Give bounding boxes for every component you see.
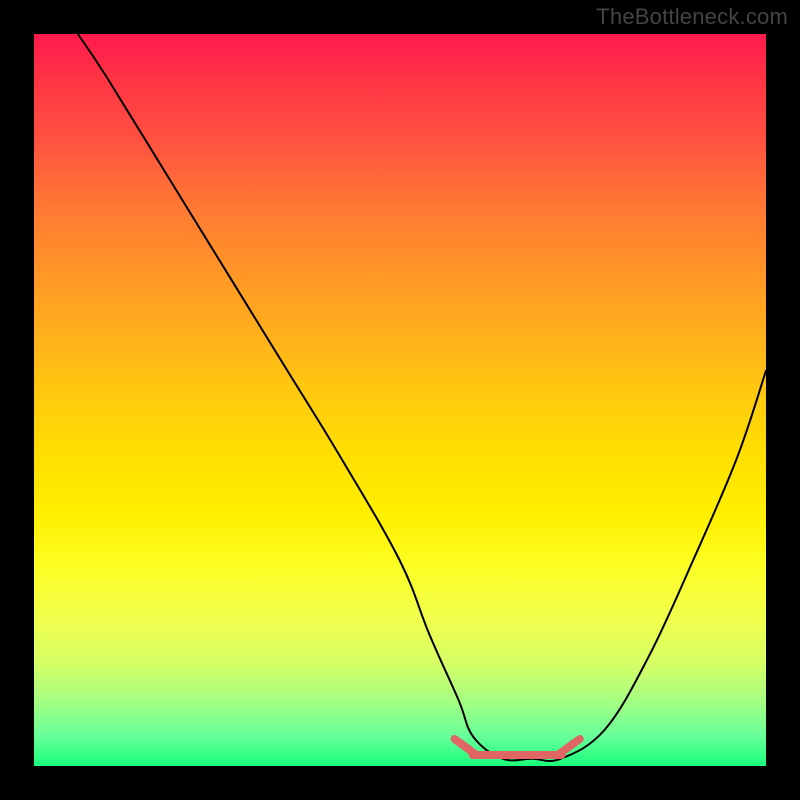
watermark-text: TheBottleneck.com [596, 4, 788, 30]
bottleneck-curve [78, 34, 766, 761]
curve-svg [34, 34, 766, 766]
plot-area [34, 34, 766, 766]
chart-frame: TheBottleneck.com [0, 0, 800, 800]
